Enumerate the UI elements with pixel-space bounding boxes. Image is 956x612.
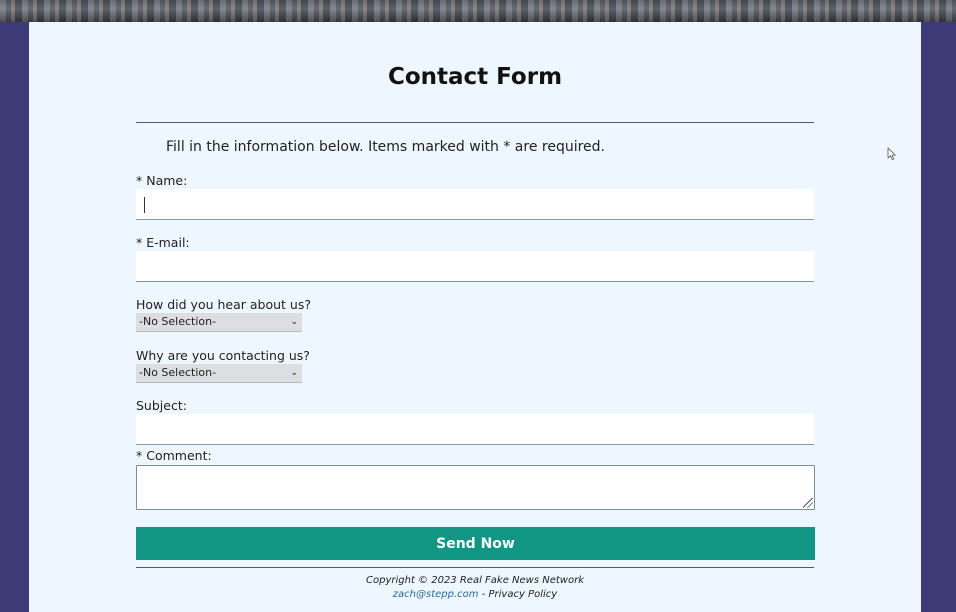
footer-separator: - <box>478 589 489 600</box>
contact-reason-select[interactable]: -No Selection- ⌄ <box>136 364 302 383</box>
footer-divider <box>136 567 814 568</box>
title-divider <box>136 122 814 123</box>
form-instructions: Fill in the information below. Items mar… <box>166 139 606 155</box>
resize-grip-icon[interactable] <box>803 498 813 508</box>
name-field[interactable] <box>136 189 814 220</box>
subject-label: Subject: <box>136 398 187 413</box>
comment-textarea[interactable] <box>136 465 815 510</box>
comment-label: * Comment: <box>136 448 212 463</box>
copyright-text: Copyright © 2023 Real Fake News Network <box>366 575 584 586</box>
subject-field[interactable] <box>136 414 814 445</box>
email-field[interactable] <box>136 251 814 282</box>
chevron-down-icon: ⌄ <box>290 368 298 378</box>
page-title: Contact Form <box>387 64 563 90</box>
email-link[interactable]: zach@stepp.com <box>393 589 479 600</box>
chevron-down-icon: ⌄ <box>290 317 298 327</box>
heard-about-label: How did you hear about us? <box>136 297 311 312</box>
email-label: * E-mail: <box>136 235 190 250</box>
heard-about-select[interactable]: -No Selection- ⌄ <box>136 313 302 332</box>
text-caret <box>144 197 145 213</box>
header-banner-image <box>0 0 956 22</box>
mouse-pointer-icon <box>887 147 896 161</box>
contact-reason-label: Why are you contacting us? <box>136 348 310 363</box>
contact-form-panel: Contact Form Fill in the information bel… <box>29 22 921 612</box>
send-now-button[interactable]: Send Now <box>136 527 815 560</box>
heard-about-selected-value: -No Selection- <box>139 315 217 328</box>
footer-links: zach@stepp.com - Privacy Policy <box>29 588 921 601</box>
contact-reason-selected-value: -No Selection- <box>139 366 217 379</box>
privacy-policy-link[interactable]: Privacy Policy <box>489 589 558 600</box>
name-label: * Name: <box>136 173 188 188</box>
